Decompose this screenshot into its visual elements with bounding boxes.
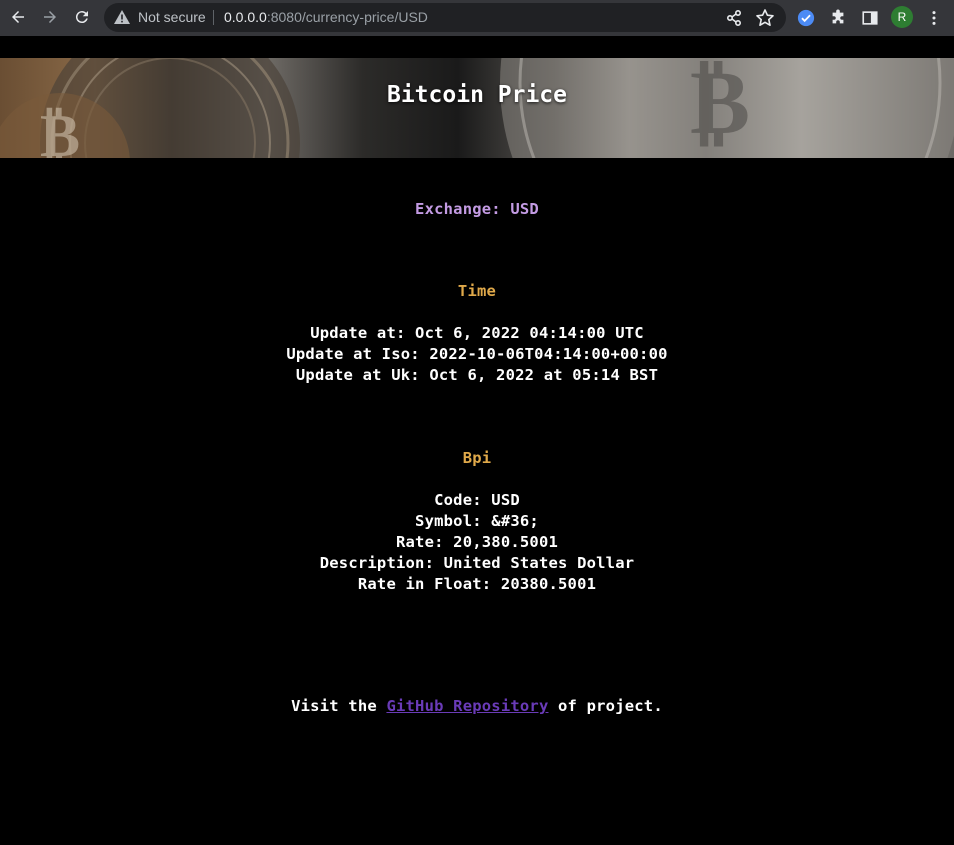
star-icon[interactable] [755, 8, 775, 28]
arrow-right-icon [44, 11, 56, 23]
profile-avatar[interactable]: R [891, 6, 913, 28]
banner: ₿ ₿ Bitcoin Price [0, 58, 954, 158]
reload-button[interactable] [70, 5, 94, 29]
security-label[interactable]: Not secure [138, 9, 206, 25]
arrow-left-icon [12, 11, 24, 23]
update-at: Update at: Oct 6, 2022 04:14:00 UTC [310, 324, 644, 342]
page-title: Bitcoin Price [386, 82, 567, 108]
bpi-rate: Rate: 20,380.5001 [395, 533, 559, 551]
time-heading: Time [457, 282, 497, 300]
update-at-uk: Update at Uk: Oct 6, 2022 at 05:14 BST [295, 366, 659, 384]
extensions-button[interactable] [827, 7, 849, 29]
github-repository-link[interactable]: GitHub Repository [386, 697, 548, 715]
footer-text: Visit the GitHub Repository of project. [0, 697, 954, 715]
bpi-code: Code: USD [434, 491, 520, 509]
side-panel-button[interactable] [859, 7, 881, 29]
extension-check-button[interactable] [795, 7, 817, 29]
address-bar[interactable]: Not secure 0.0.0.0:8080/currency-price/U… [104, 3, 786, 32]
browser-toolbar: Not secure 0.0.0.0:8080/currency-price/U… [0, 0, 954, 36]
menu-button[interactable] [923, 7, 945, 29]
bpi-rate-float: Rate in Float: 20380.5001 [357, 575, 597, 593]
bpi-symbol: Symbol: &#36; [415, 512, 539, 530]
side-panel-icon [862, 11, 878, 25]
url-host: 0.0.0.0 [224, 9, 267, 25]
bpi-description: Description: United States Dollar [319, 554, 635, 572]
reload-icon [75, 11, 88, 24]
bitcoin-coins-image: ₿ ₿ [0, 58, 954, 158]
share-icon[interactable] [724, 8, 744, 28]
kebab-menu-icon [932, 11, 936, 25]
puzzle-icon [832, 9, 844, 24]
back-button[interactable] [6, 5, 30, 29]
footer-prefix: Visit the [291, 697, 387, 715]
bpi-heading: Bpi [462, 449, 492, 467]
omnibox-divider [213, 10, 214, 25]
warning-icon [114, 10, 130, 24]
footer-suffix: of project. [548, 697, 663, 715]
exchange-label: Exchange: USD [415, 200, 539, 218]
page-content: ₿ ₿ Bitcoin Price Exchange: USD Time Upd… [0, 36, 954, 845]
forward-button[interactable] [38, 5, 62, 29]
url-text[interactable]: 0.0.0.0:8080/currency-price/USD [224, 9, 428, 25]
url-path: :8080/currency-price/USD [266, 9, 428, 25]
update-at-iso: Update at Iso: 2022-10-06T04:14:00+00:00 [286, 345, 668, 363]
verified-check-icon [797, 9, 815, 27]
svg-text:₿: ₿ [40, 101, 80, 158]
